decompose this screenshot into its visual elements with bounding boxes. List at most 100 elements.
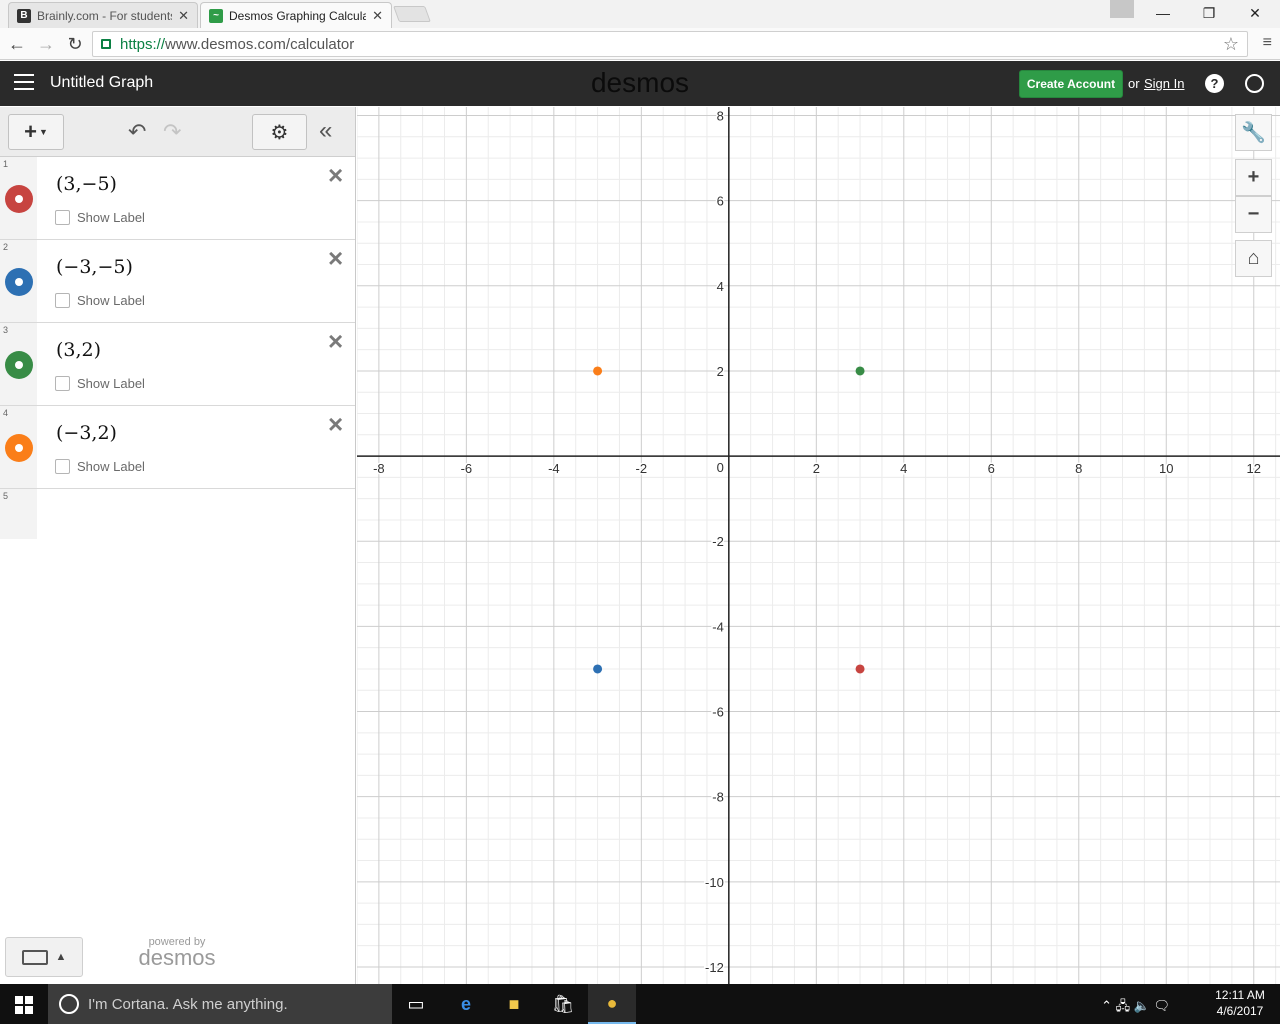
wrench-icon[interactable]: 🔧 bbox=[1235, 114, 1272, 151]
collapse-panel-icon[interactable]: « bbox=[319, 117, 332, 145]
taskbar-clock[interactable]: 12:11 AM 4/6/2017 bbox=[1208, 987, 1272, 1019]
show-label-checkbox[interactable] bbox=[55, 376, 70, 391]
url-field[interactable]: https://www.desmos.com/calculator ☆ bbox=[92, 31, 1248, 57]
x-tick-label: -8 bbox=[373, 461, 385, 476]
expression-index: 2 bbox=[3, 242, 9, 252]
keypad-toggle-button[interactable]: ▲ bbox=[5, 937, 83, 977]
restore-button[interactable]: ❐ bbox=[1186, 0, 1232, 26]
expression-input[interactable]: (−3,−5) bbox=[56, 256, 133, 278]
show-label-toggle[interactable]: Show Label bbox=[55, 293, 145, 308]
expression-input[interactable]: (3,−5) bbox=[56, 173, 117, 195]
undo-icon[interactable]: ↶ bbox=[128, 119, 146, 145]
expression-row[interactable]: 3 (3,2) × Show Label bbox=[0, 323, 355, 406]
show-label-text: Show Label bbox=[77, 293, 145, 308]
plotted-point bbox=[593, 366, 603, 376]
expression-index: 4 bbox=[3, 408, 9, 418]
cortana-search-box[interactable]: I'm Cortana. Ask me anything. bbox=[48, 984, 392, 1024]
expression-row[interactable]: 2 (−3,−5) × Show Label bbox=[0, 240, 355, 323]
url-scheme: https:// bbox=[120, 35, 166, 53]
close-window-button[interactable]: ✕ bbox=[1232, 0, 1278, 26]
store-icon[interactable]: 🛍 bbox=[539, 984, 587, 1024]
create-account-button[interactable]: Create Account bbox=[1019, 70, 1123, 98]
x-tick-label: 10 bbox=[1159, 461, 1173, 476]
point-color-icon[interactable] bbox=[5, 351, 33, 379]
new-tab-button[interactable] bbox=[393, 6, 431, 22]
y-tick-label: -6 bbox=[712, 705, 724, 720]
tab-title: Desmos Graphing Calculator bbox=[229, 8, 366, 23]
y-tick-label: -12 bbox=[705, 960, 724, 975]
minimize-button[interactable]: — bbox=[1140, 0, 1186, 26]
powered-by-desmos[interactable]: powered by desmos bbox=[132, 936, 222, 969]
url-text: www.desmos.com/calculator bbox=[165, 35, 355, 53]
tab-brainly[interactable]: B Brainly.com - For students ✕ bbox=[8, 2, 198, 28]
windows-taskbar: I'm Cortana. Ask me anything. ▭ e ■ 🛍 ● … bbox=[0, 984, 1280, 1024]
show-label-toggle[interactable]: Show Label bbox=[55, 459, 145, 474]
home-icon[interactable]: ⌂ bbox=[1235, 240, 1272, 277]
y-tick-label: 2 bbox=[717, 364, 724, 379]
point-color-icon[interactable] bbox=[5, 185, 33, 213]
back-icon[interactable]: ← bbox=[5, 32, 29, 56]
expression-row[interactable]: 1 (3,−5) × Show Label bbox=[0, 157, 355, 240]
y-tick-label: -8 bbox=[712, 790, 724, 805]
keyboard-icon bbox=[21, 949, 48, 965]
expression-row[interactable]: 4 (−3,2) × Show Label bbox=[0, 406, 355, 489]
empty-expression-row[interactable]: 5 bbox=[0, 489, 37, 539]
browser-menu-icon[interactable]: ≡ bbox=[1263, 34, 1272, 52]
show-label-text: Show Label bbox=[77, 376, 145, 391]
delete-expression-icon[interactable]: × bbox=[328, 328, 343, 354]
lock-icon bbox=[101, 39, 111, 49]
task-view-icon[interactable]: ▭ bbox=[392, 984, 440, 1024]
file-explorer-icon[interactable]: ■ bbox=[490, 984, 538, 1024]
show-label-text: Show Label bbox=[77, 210, 145, 225]
tab-desmos[interactable]: ~ Desmos Graphing Calculator ✕ bbox=[200, 2, 392, 28]
expression-index: 1 bbox=[3, 159, 9, 169]
forward-icon[interactable]: → bbox=[34, 32, 58, 56]
delete-expression-icon[interactable]: × bbox=[328, 162, 343, 188]
add-item-button[interactable]: + ▼ bbox=[8, 114, 64, 150]
reload-icon[interactable]: ↻ bbox=[63, 32, 87, 56]
expression-input[interactable]: (3,2) bbox=[56, 339, 101, 361]
chevron-down-icon: ▼ bbox=[38, 127, 48, 137]
browser-tab-strip: B Brainly.com - For students ✕ ~ Desmos … bbox=[0, 0, 1280, 28]
show-label-checkbox[interactable] bbox=[55, 293, 70, 308]
or-text: or bbox=[1128, 76, 1140, 91]
graph-canvas[interactable]: -8 -6 -4 -2 2 4 6 8 10 12 8 6 4 2 -2 -4 -6 -8 -10 -12 0 bbox=[357, 107, 1280, 984]
show-label-checkbox[interactable] bbox=[55, 210, 70, 225]
close-tab-icon[interactable]: ✕ bbox=[178, 8, 189, 24]
point-color-icon[interactable] bbox=[5, 268, 33, 296]
expression-gutter: 4 bbox=[0, 406, 37, 488]
expression-panel: + ▼ ↶ ↷ ⚙ « 1 (3,−5) × Show Label 2 (−3,−… bbox=[0, 107, 356, 984]
point-color-icon[interactable] bbox=[5, 434, 33, 462]
graph-title[interactable]: Untitled Graph bbox=[50, 74, 153, 92]
help-icon[interactable]: ? bbox=[1205, 74, 1224, 93]
expression-toolbar: + ▼ ↶ ↷ ⚙ « bbox=[0, 107, 355, 157]
gear-icon[interactable]: ⚙ bbox=[252, 114, 307, 150]
sign-in-link[interactable]: Sign In bbox=[1144, 76, 1184, 91]
expression-gutter: 1 bbox=[0, 157, 37, 239]
chrome-icon[interactable]: ● bbox=[588, 984, 636, 1024]
clock-date: 4/6/2017 bbox=[1216, 1004, 1264, 1018]
expression-input[interactable]: (−3,2) bbox=[56, 422, 117, 444]
close-tab-icon[interactable]: ✕ bbox=[372, 8, 383, 24]
hamburger-menu-icon[interactable] bbox=[14, 74, 34, 92]
show-label-toggle[interactable]: Show Label bbox=[55, 210, 145, 225]
show-label-checkbox[interactable] bbox=[55, 459, 70, 474]
system-tray-icons[interactable]: ⌃ 🖧 🔈 🗨 bbox=[1101, 997, 1170, 1019]
delete-expression-icon[interactable]: × bbox=[328, 411, 343, 437]
zoom-out-icon[interactable]: − bbox=[1235, 196, 1272, 233]
zoom-in-icon[interactable]: + bbox=[1235, 159, 1272, 196]
language-globe-icon[interactable] bbox=[1245, 74, 1264, 93]
delete-expression-icon[interactable]: × bbox=[328, 245, 343, 271]
show-label-toggle[interactable]: Show Label bbox=[55, 376, 145, 391]
graph-paper[interactable]: -8 -6 -4 -2 2 4 6 8 10 12 8 6 4 2 -2 -4 -6 -8 -10 -12 0 bbox=[357, 107, 1280, 984]
desmos-icon: ~ bbox=[209, 8, 223, 23]
cortana-icon bbox=[59, 994, 79, 1014]
redo-icon[interactable]: ↷ bbox=[163, 119, 181, 145]
bookmark-star-icon[interactable]: ☆ bbox=[1223, 34, 1239, 55]
edge-icon[interactable]: e bbox=[442, 984, 490, 1024]
user-profile-icon[interactable] bbox=[1110, 0, 1134, 18]
x-tick-label: 2 bbox=[813, 461, 820, 476]
desmos-logo: desmos bbox=[590, 67, 690, 98]
expression-gutter: 3 bbox=[0, 323, 37, 405]
windows-start-icon[interactable] bbox=[15, 996, 33, 1014]
